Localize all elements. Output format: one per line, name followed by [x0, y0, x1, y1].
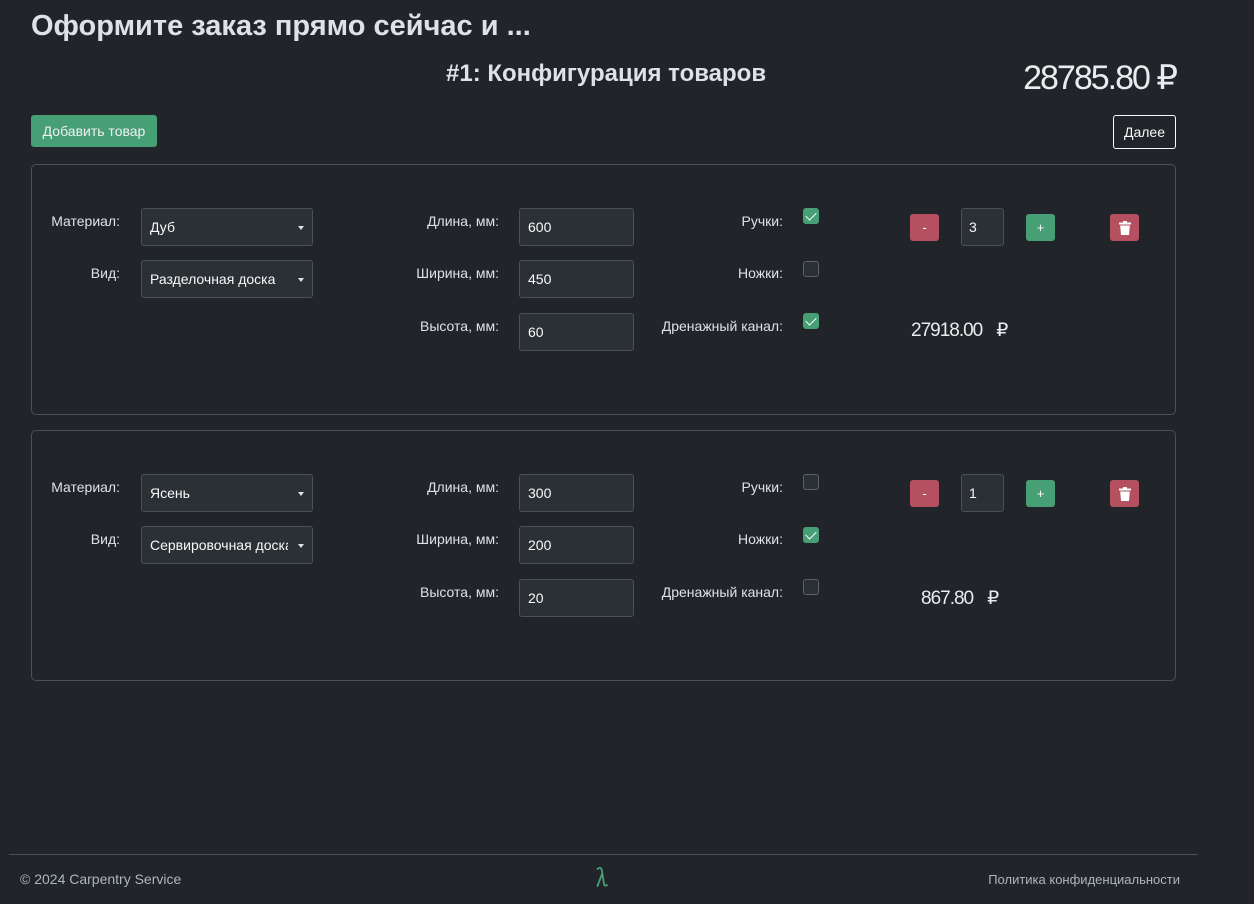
caret-down-icon	[298, 226, 304, 230]
product-card: Материал: Ясень Вид: Сервировочная доска…	[31, 430, 1176, 681]
handles-checkbox[interactable]	[803, 474, 819, 490]
copyright-text: © 2024 Carpentry Service	[20, 871, 182, 887]
width-label: Ширина, мм:	[416, 531, 499, 547]
delete-item-button[interactable]	[1110, 480, 1139, 507]
decrease-quantity-button[interactable]: -	[910, 214, 939, 241]
material-select[interactable]: Ясень	[141, 474, 313, 512]
material-select-value: Дуб	[150, 219, 175, 235]
type-label: Вид:	[90, 531, 120, 547]
caret-down-icon	[298, 278, 304, 282]
trash-icon	[1118, 220, 1131, 235]
add-item-button[interactable]: Добавить товар	[31, 115, 157, 147]
caret-down-icon	[298, 492, 304, 496]
material-label: Материал:	[51, 479, 120, 495]
legs-label: Ножки:	[738, 531, 783, 547]
material-label: Материал:	[51, 213, 120, 229]
drain-checkbox[interactable]	[803, 579, 819, 595]
item-price: 27918.00 ₽	[911, 319, 1071, 342]
item-price: 867.80 ₽	[921, 587, 1081, 610]
length-label: Длина, мм:	[427, 213, 499, 229]
order-total-price: 28785.80 ₽	[1023, 59, 1178, 97]
quantity-input[interactable]	[961, 474, 1004, 512]
lambda-logo-icon[interactable]	[596, 866, 608, 888]
type-label: Вид:	[90, 265, 120, 281]
footer-divider	[9, 854, 1198, 855]
type-select[interactable]: Разделочная доска	[141, 260, 313, 298]
increase-quantity-button[interactable]: +	[1026, 214, 1055, 241]
trash-icon	[1118, 486, 1131, 501]
legs-label: Ножки:	[738, 265, 783, 281]
item-price-value: 867.80	[921, 588, 974, 609]
height-label: Высота, мм:	[420, 584, 499, 600]
quantity-input[interactable]	[961, 208, 1004, 246]
currency-symbol: ₽	[996, 320, 1008, 341]
length-label: Длина, мм:	[427, 479, 499, 495]
next-button[interactable]: Далее	[1113, 115, 1176, 149]
caret-down-icon	[298, 544, 304, 548]
height-label: Высота, мм:	[420, 318, 499, 334]
handles-checkbox[interactable]	[803, 208, 819, 224]
material-select-value: Ясень	[150, 485, 190, 501]
type-select-value: Сервировочная доска	[150, 537, 288, 553]
decrease-quantity-button[interactable]: -	[910, 480, 939, 507]
drain-label: Дренажный канал:	[661, 318, 783, 334]
privacy-policy-link[interactable]: Политика конфиденциальности	[988, 872, 1180, 887]
page-title: Оформите заказ прямо сейчас и ...	[31, 10, 531, 42]
material-select[interactable]: Дуб	[141, 208, 313, 246]
legs-checkbox[interactable]	[803, 261, 819, 277]
item-price-value: 27918.00	[911, 320, 983, 341]
drain-checkbox[interactable]	[803, 313, 819, 329]
handles-label: Ручки:	[741, 213, 783, 229]
width-label: Ширина, мм:	[416, 265, 499, 281]
drain-label: Дренажный канал:	[661, 584, 783, 600]
step-title: #1: Конфигурация товаров	[446, 60, 767, 87]
legs-checkbox[interactable]	[803, 527, 819, 543]
product-card: Материал: Дуб Вид: Разделочная доска Дли…	[31, 164, 1176, 415]
type-select-value: Разделочная доска	[150, 271, 276, 287]
currency-symbol: ₽	[987, 588, 999, 609]
type-select[interactable]: Сервировочная доска	[141, 526, 313, 564]
delete-item-button[interactable]	[1110, 214, 1139, 241]
handles-label: Ручки:	[741, 479, 783, 495]
increase-quantity-button[interactable]: +	[1026, 480, 1055, 507]
